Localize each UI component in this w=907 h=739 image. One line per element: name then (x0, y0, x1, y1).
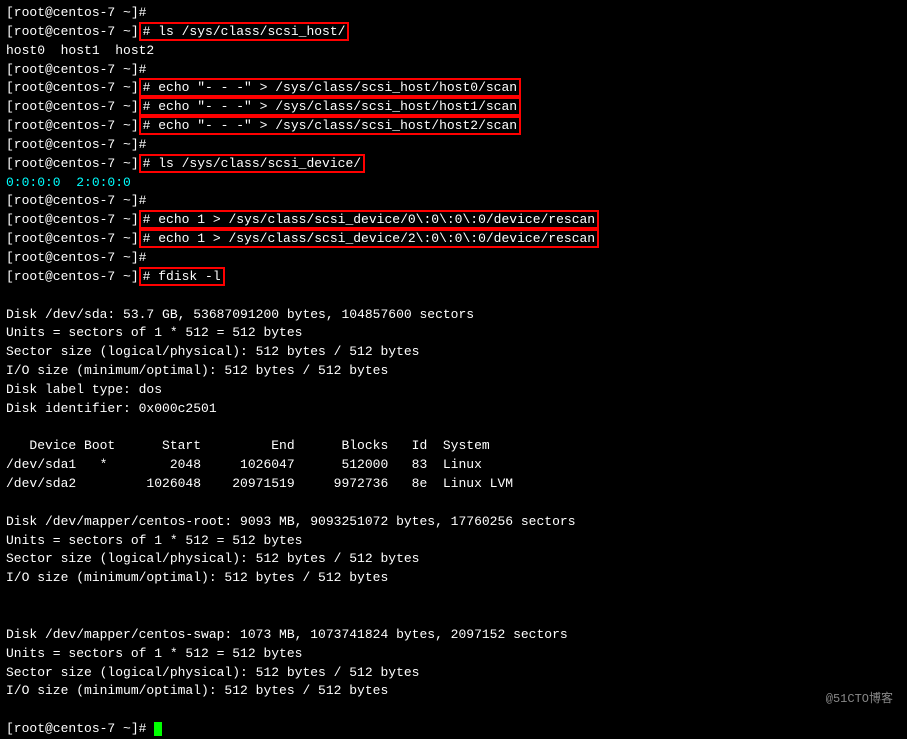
line-4: [root@centos-7 ~]# (6, 61, 901, 80)
line-12: [root@centos-7 ~]# echo 1 > /sys/class/s… (6, 211, 901, 230)
line-blank-6 (6, 701, 901, 720)
line-27: Sector size (logical/physical): 512 byte… (6, 550, 901, 569)
line-2: [root@centos-7 ~]# ls /sys/class/scsi_ho… (6, 23, 901, 42)
line-23: /dev/sda1 * 2048 1026047 512000 83 Linux (6, 456, 901, 475)
line-blank-4 (6, 588, 901, 607)
line-13: [root@centos-7 ~]# echo 1 > /sys/class/s… (6, 230, 901, 249)
line-28: I/O size (minimum/optimal): 512 bytes / … (6, 569, 901, 588)
line-18: Sector size (logical/physical): 512 byte… (6, 343, 901, 362)
line-7: [root@centos-7 ~]# echo "- - -" > /sys/c… (6, 117, 901, 136)
line-29: Disk /dev/mapper/centos-swap: 1073 MB, 1… (6, 626, 901, 645)
line-3: host0 host1 host2 (6, 42, 901, 61)
line-16: Disk /dev/sda: 53.7 GB, 53687091200 byte… (6, 306, 901, 325)
line-5: [root@centos-7 ~]# echo "- - -" > /sys/c… (6, 79, 901, 98)
line-33: [root@centos-7 ~]# (6, 720, 901, 739)
cursor (154, 722, 162, 736)
line-blank-1 (6, 287, 901, 306)
line-17: Units = sectors of 1 * 512 = 512 bytes (6, 324, 901, 343)
line-31: Sector size (logical/physical): 512 byte… (6, 664, 901, 683)
line-6: [root@centos-7 ~]# echo "- - -" > /sys/c… (6, 98, 901, 117)
line-blank-5 (6, 607, 901, 626)
line-32: I/O size (minimum/optimal): 512 bytes / … (6, 682, 901, 701)
line-25: Disk /dev/mapper/centos-root: 9093 MB, 9… (6, 513, 901, 532)
line-9: [root@centos-7 ~]# ls /sys/class/scsi_de… (6, 155, 901, 174)
line-15: [root@centos-7 ~]# fdisk -l (6, 268, 901, 287)
terminal: [root@centos-7 ~]# [root@centos-7 ~]# ls… (6, 4, 901, 714)
line-21: Disk identifier: 0x000c2501 (6, 400, 901, 419)
line-8: [root@centos-7 ~]# (6, 136, 901, 155)
line-30: Units = sectors of 1 * 512 = 512 bytes (6, 645, 901, 664)
line-blank-2 (6, 419, 901, 438)
line-22: Device Boot Start End Blocks Id System (6, 437, 901, 456)
line-10: 0:0:0:0 2:0:0:0 (6, 174, 901, 193)
line-14: [root@centos-7 ~]# (6, 249, 901, 268)
line-26: Units = sectors of 1 * 512 = 512 bytes (6, 532, 901, 551)
line-1: [root@centos-7 ~]# (6, 4, 901, 23)
line-blank-3 (6, 494, 901, 513)
line-24: /dev/sda2 1026048 20971519 9972736 8e Li… (6, 475, 901, 494)
line-20: Disk label type: dos (6, 381, 901, 400)
watermark: @51CTO博客 (826, 691, 893, 708)
line-19: I/O size (minimum/optimal): 512 bytes / … (6, 362, 901, 381)
line-11: [root@centos-7 ~]# (6, 192, 901, 211)
